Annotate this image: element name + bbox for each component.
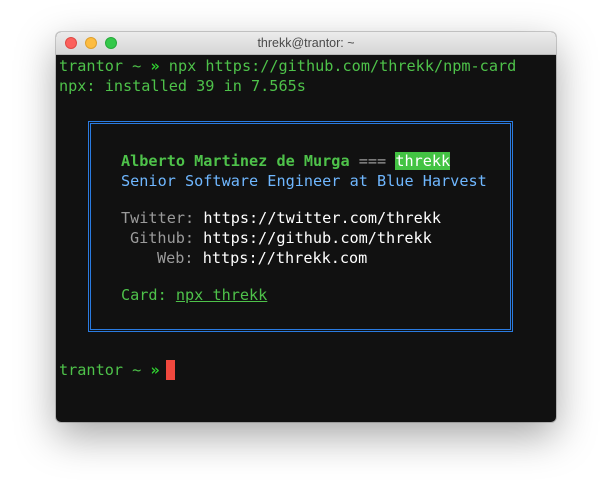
card-command[interactable]: npx threkk (176, 286, 267, 304)
prompt-host: trantor (59, 57, 124, 75)
terminal-output[interactable]: trantor ~ » npx https://github.com/threk… (56, 55, 556, 422)
twitter-url[interactable]: https://twitter.com/threkk (203, 209, 441, 227)
install-output: npx: installed 39 in 7.565s (59, 77, 306, 95)
github-url[interactable]: https://github.com/threkk (203, 229, 432, 247)
prompt-tilde: ~ (132, 57, 142, 75)
card-work: Senior Software Engineer at Blue Harvest (121, 172, 487, 190)
card-equals: === (358, 152, 387, 170)
prompt-tilde-2: ~ (132, 361, 142, 379)
card-web-line: Web: https://threkk.com (157, 248, 367, 268)
prompt-arrow-2: » (150, 361, 160, 379)
prompt-line: trantor ~ » (59, 360, 160, 380)
window-title: threkk@trantor: ~ (257, 36, 355, 50)
card-name-line: Alberto Martinez de Murga === threkk (121, 151, 451, 171)
title-bar[interactable]: threkk@trantor: ~ (56, 32, 556, 55)
prompt-host-2: trantor (59, 361, 124, 379)
twitter-label: Twitter: (121, 209, 195, 227)
command-line: trantor ~ » npx https://github.com/threk… (59, 56, 516, 76)
card-label: Card: (121, 286, 167, 304)
terminal-window: threkk@trantor: ~ trantor ~ » npx https:… (56, 32, 556, 422)
prompt-arrow: » (150, 57, 160, 75)
card-npx-line: Card: npx threkk (121, 285, 267, 305)
command-text: npx https://github.com/threkk/npm-card (168, 57, 517, 75)
card-github-line: Github: https://github.com/threkk (130, 228, 432, 248)
card-twitter-line: Twitter: https://twitter.com/threkk (121, 208, 441, 228)
card-handle: threkk (395, 152, 451, 170)
github-label: Github: (130, 229, 195, 247)
web-label: Web: (157, 249, 194, 267)
web-url[interactable]: https://threkk.com (203, 249, 368, 267)
card-name: Alberto Martinez de Murga (121, 152, 350, 170)
text-cursor (166, 360, 175, 380)
